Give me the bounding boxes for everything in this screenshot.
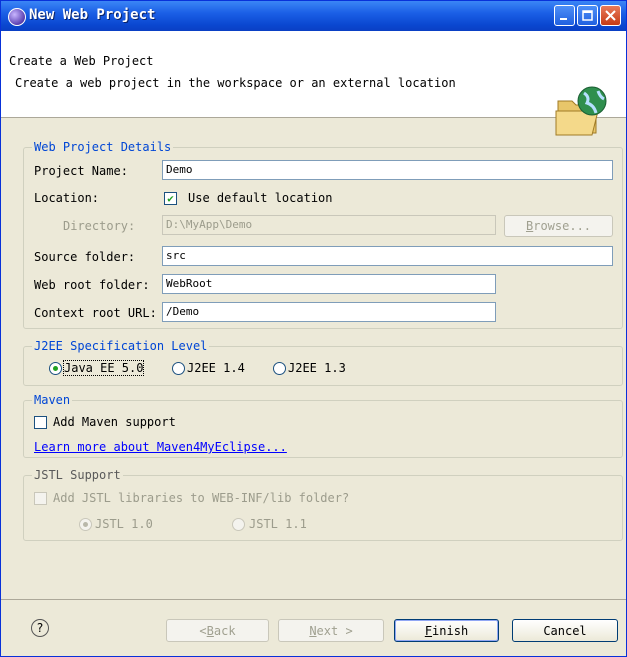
maximize-button[interactable]: [577, 5, 598, 26]
j2ee-spec-level-legend: J2EE Specification Level: [32, 339, 210, 353]
j2ee-1-4-label: J2EE 1.4: [187, 361, 245, 375]
close-button[interactable]: [600, 5, 621, 26]
header-description: Create a web project in the workspace or…: [15, 76, 456, 90]
add-maven-support-label: Add Maven support: [53, 415, 176, 429]
context-root-url-label: Context root URL:: [34, 306, 157, 320]
source-folder-label: Source folder:: [34, 250, 136, 264]
maven-legend: Maven: [32, 393, 73, 407]
back-button[interactable]: < Back: [166, 619, 269, 642]
context-root-url-input[interactable]: /Demo: [162, 302, 496, 322]
add-jstl-libraries-label: Add JSTL libraries to WEB-INF/lib folder…: [53, 491, 350, 505]
jstl-1-0-radio[interactable]: [79, 518, 92, 531]
radio-selected-dot: [53, 366, 58, 371]
help-icon[interactable]: ?: [31, 619, 49, 637]
finish-button[interactable]: Finish: [394, 619, 499, 642]
j2ee-1-3-radio[interactable]: [273, 362, 286, 375]
new-web-project-dialog: New Web Project Create a Web Project Cre…: [0, 0, 627, 657]
cancel-button[interactable]: Cancel: [512, 619, 618, 642]
web-project-folder-icon: [555, 86, 607, 136]
browse-button[interactable]: Browse...: [504, 215, 613, 237]
j2ee-1-4-radio[interactable]: [172, 362, 185, 375]
title-bar[interactable]: New Web Project: [1, 1, 626, 31]
directory-input[interactable]: D:\MyApp\Demo: [162, 215, 496, 235]
jstl-support-group: JSTL Support: [23, 468, 623, 541]
jstl-1-1-radio[interactable]: [232, 518, 245, 531]
directory-label: Directory:: [63, 219, 136, 233]
source-folder-input[interactable]: src: [162, 246, 613, 266]
project-name-label: Project Name:: [34, 164, 128, 178]
jstl-1-0-label: JSTL 1.0: [95, 517, 153, 531]
java-ee-5-label: Java EE 5.0: [62, 360, 145, 376]
maximize-icon: [582, 10, 593, 21]
footer-divider: [1, 599, 626, 600]
window-title: New Web Project: [29, 7, 156, 23]
location-label: Location:: [34, 191, 100, 205]
wizard-header: Create a Web Project Create a web projec…: [1, 31, 626, 136]
web-project-details-legend: Web Project Details: [32, 140, 174, 154]
add-maven-support-checkbox[interactable]: [34, 416, 47, 429]
radio-selected-dot: [83, 522, 88, 527]
use-default-location-checkbox[interactable]: ✔: [164, 192, 177, 205]
learn-more-maven-link[interactable]: Learn more about Maven4MyEclipse...: [34, 440, 287, 454]
use-default-location-label: Use default location: [188, 191, 333, 205]
jstl-1-1-label: JSTL 1.1: [249, 517, 307, 531]
web-root-folder-label: Web root folder:: [34, 278, 150, 292]
eclipse-icon: [8, 8, 26, 26]
project-name-input[interactable]: Demo: [162, 160, 613, 180]
add-jstl-libraries-checkbox[interactable]: [34, 492, 47, 505]
jstl-support-legend: JSTL Support: [32, 468, 123, 482]
next-button[interactable]: Next >: [278, 619, 384, 642]
header-title: Create a Web Project: [9, 54, 154, 68]
web-root-folder-input[interactable]: WebRoot: [162, 274, 496, 294]
j2ee-1-3-label: J2EE 1.3: [288, 361, 346, 375]
java-ee-5-radio[interactable]: [49, 362, 62, 375]
close-icon: [605, 10, 616, 21]
minimize-button[interactable]: [554, 5, 575, 26]
minimize-icon: [560, 18, 567, 20]
